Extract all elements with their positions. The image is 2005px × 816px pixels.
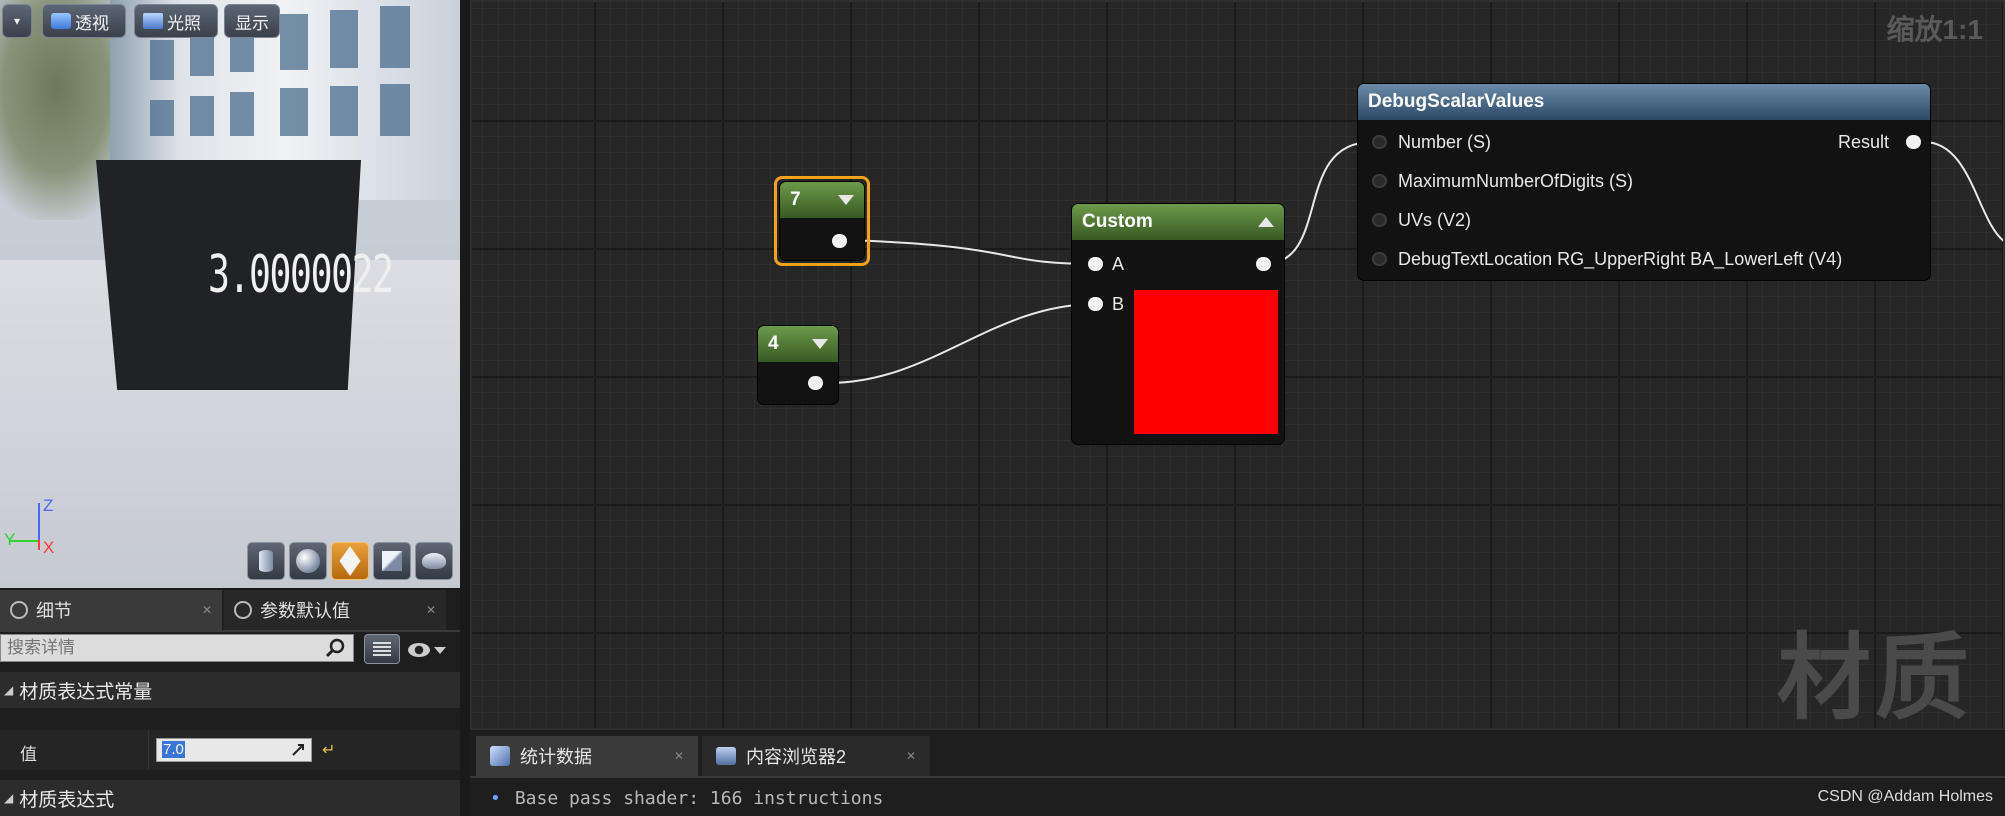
tab-details[interactable]: 细节 ✕: [0, 590, 222, 630]
debug-scalar-values-node[interactable]: DebugScalarValues Number (S) MaximumNumb…: [1358, 84, 1930, 280]
input-pin-a[interactable]: [1088, 257, 1103, 271]
chevron-down-icon: [434, 646, 446, 654]
constant-node-header: 7: [780, 182, 864, 218]
visibility-filter-button[interactable]: [408, 638, 452, 662]
close-icon[interactable]: ✕: [202, 603, 212, 617]
stats-icon: [490, 746, 510, 766]
constant-node-7[interactable]: 7: [780, 182, 864, 260]
section-material-expression[interactable]: ◢ 材质表达式: [0, 780, 460, 816]
perspective-icon: [51, 13, 71, 29]
preview-plane-button[interactable]: [331, 542, 369, 580]
chevron-down-icon: ◢: [4, 791, 14, 805]
property-matrix-button[interactable]: [364, 634, 400, 664]
lighting-button[interactable]: 光照: [134, 4, 218, 38]
info-icon: [234, 601, 252, 619]
axis-z-label: Z: [43, 496, 54, 515]
stats-log-line: • Base pass shader: 166 instructions: [490, 788, 884, 809]
show-button[interactable]: 显示: [224, 4, 280, 38]
chevron-down-icon: ▾: [13, 14, 21, 28]
search-icon[interactable]: [322, 636, 348, 660]
expand-field-icon[interactable]: [290, 742, 306, 758]
cylinder-icon: [259, 550, 273, 572]
collapse-arrow-icon[interactable]: [1258, 217, 1274, 227]
reset-to-default-icon[interactable]: ↵: [322, 740, 335, 760]
wire-result-out: [1923, 141, 2003, 242]
collapse-arrow-icon[interactable]: [812, 339, 828, 349]
input-label-b: B: [1112, 294, 1125, 314]
plane-icon: [339, 546, 361, 576]
axis-y-label: Y: [4, 530, 16, 549]
details-panel: 细节 ✕ 参数默认值 ✕ ◢ 材质表达式常量 值 7.0 ↵ ◢ 材质表达式: [0, 590, 460, 816]
debug-node-header: DebugScalarValues: [1358, 84, 1930, 120]
close-icon[interactable]: ✕: [426, 603, 436, 617]
tab-divider: [0, 630, 460, 632]
input-pin-number[interactable]: [1372, 135, 1387, 149]
close-icon[interactable]: ✕: [906, 749, 916, 763]
output-pin[interactable]: [832, 234, 847, 248]
value-input[interactable]: 7.0: [156, 738, 312, 762]
grid-icon: [373, 642, 391, 656]
custom-node[interactable]: Custom A B: [1072, 204, 1284, 444]
output-pin[interactable]: [808, 376, 823, 390]
tab-divider: [470, 776, 2005, 778]
preview-cube-button[interactable]: [373, 542, 411, 580]
input-pin-uvs[interactable]: [1372, 213, 1387, 227]
bottom-panel: 统计数据 ✕ 内容浏览器2 ✕ • Base pass shader: 166 i…: [470, 730, 2005, 816]
color-preview: [1134, 290, 1278, 434]
custom-node-header: Custom: [1072, 204, 1284, 240]
search-input[interactable]: [0, 634, 354, 662]
input-label-a: A: [1112, 254, 1125, 274]
input-pin-max-digits[interactable]: [1372, 174, 1387, 188]
value-label: 值: [20, 745, 37, 764]
material-graph[interactable]: 缩放1:1 材质 7 4 Custom A B DebugScalarValue…: [470, 0, 2005, 730]
teapot-icon: [422, 553, 446, 569]
preview-debug-value: 3.0000022: [208, 245, 394, 305]
bullet-icon: •: [490, 788, 501, 809]
perspective-button[interactable]: 透视: [42, 4, 126, 38]
tab-stats[interactable]: 统计数据 ✕: [476, 736, 698, 776]
source-watermark: CSDN @Addam Holmes: [1817, 788, 1993, 805]
lighting-icon: [143, 13, 163, 29]
info-icon: [10, 601, 28, 619]
collapse-arrow-icon[interactable]: [838, 195, 854, 205]
constant-node-4[interactable]: 4: [758, 326, 838, 404]
axis-x-line: [38, 540, 40, 550]
preview-viewport[interactable]: 3.0000022 ▾ 透视 光照 显示 Z X Y: [0, 0, 460, 588]
axis-z-line: [38, 503, 40, 545]
content-browser-icon: [716, 747, 736, 765]
tab-parameter-defaults[interactable]: 参数默认值 ✕: [224, 590, 446, 630]
input-label-uvs: UVs (V2): [1398, 210, 1472, 230]
preview-teapot-button[interactable]: [415, 542, 453, 580]
sphere-icon: [296, 549, 320, 573]
output-pin-result[interactable]: [1906, 135, 1921, 149]
tab-content-browser-2[interactable]: 内容浏览器2 ✕: [702, 736, 930, 776]
close-icon[interactable]: ✕: [674, 749, 684, 763]
preview-cylinder-button[interactable]: [247, 542, 285, 580]
cube-icon: [382, 551, 402, 571]
output-label-result: Result: [1838, 132, 1890, 152]
axis-x-label: X: [43, 538, 55, 557]
constant-node-header: 4: [758, 326, 838, 362]
wire-7-to-a: [847, 239, 1097, 265]
output-pin[interactable]: [1256, 257, 1271, 271]
section-material-expression-constant[interactable]: ◢ 材质表达式常量: [0, 672, 460, 708]
preview-sphere-button[interactable]: [289, 542, 327, 580]
column-divider: [148, 730, 149, 770]
eye-icon: [408, 643, 430, 657]
chevron-down-icon: ◢: [4, 683, 14, 697]
input-label-number: Number (S): [1398, 132, 1492, 152]
viewport-menu-button[interactable]: ▾: [2, 4, 32, 38]
input-label-max-digits: MaximumNumberOfDigits (S): [1398, 171, 1634, 191]
input-label-text-location: DebugTextLocation RG_UpperRight BA_Lower…: [1398, 249, 1843, 269]
input-pin-text-location[interactable]: [1372, 252, 1387, 266]
wire-4-to-b: [827, 303, 1097, 384]
input-pin-b[interactable]: [1088, 297, 1103, 311]
